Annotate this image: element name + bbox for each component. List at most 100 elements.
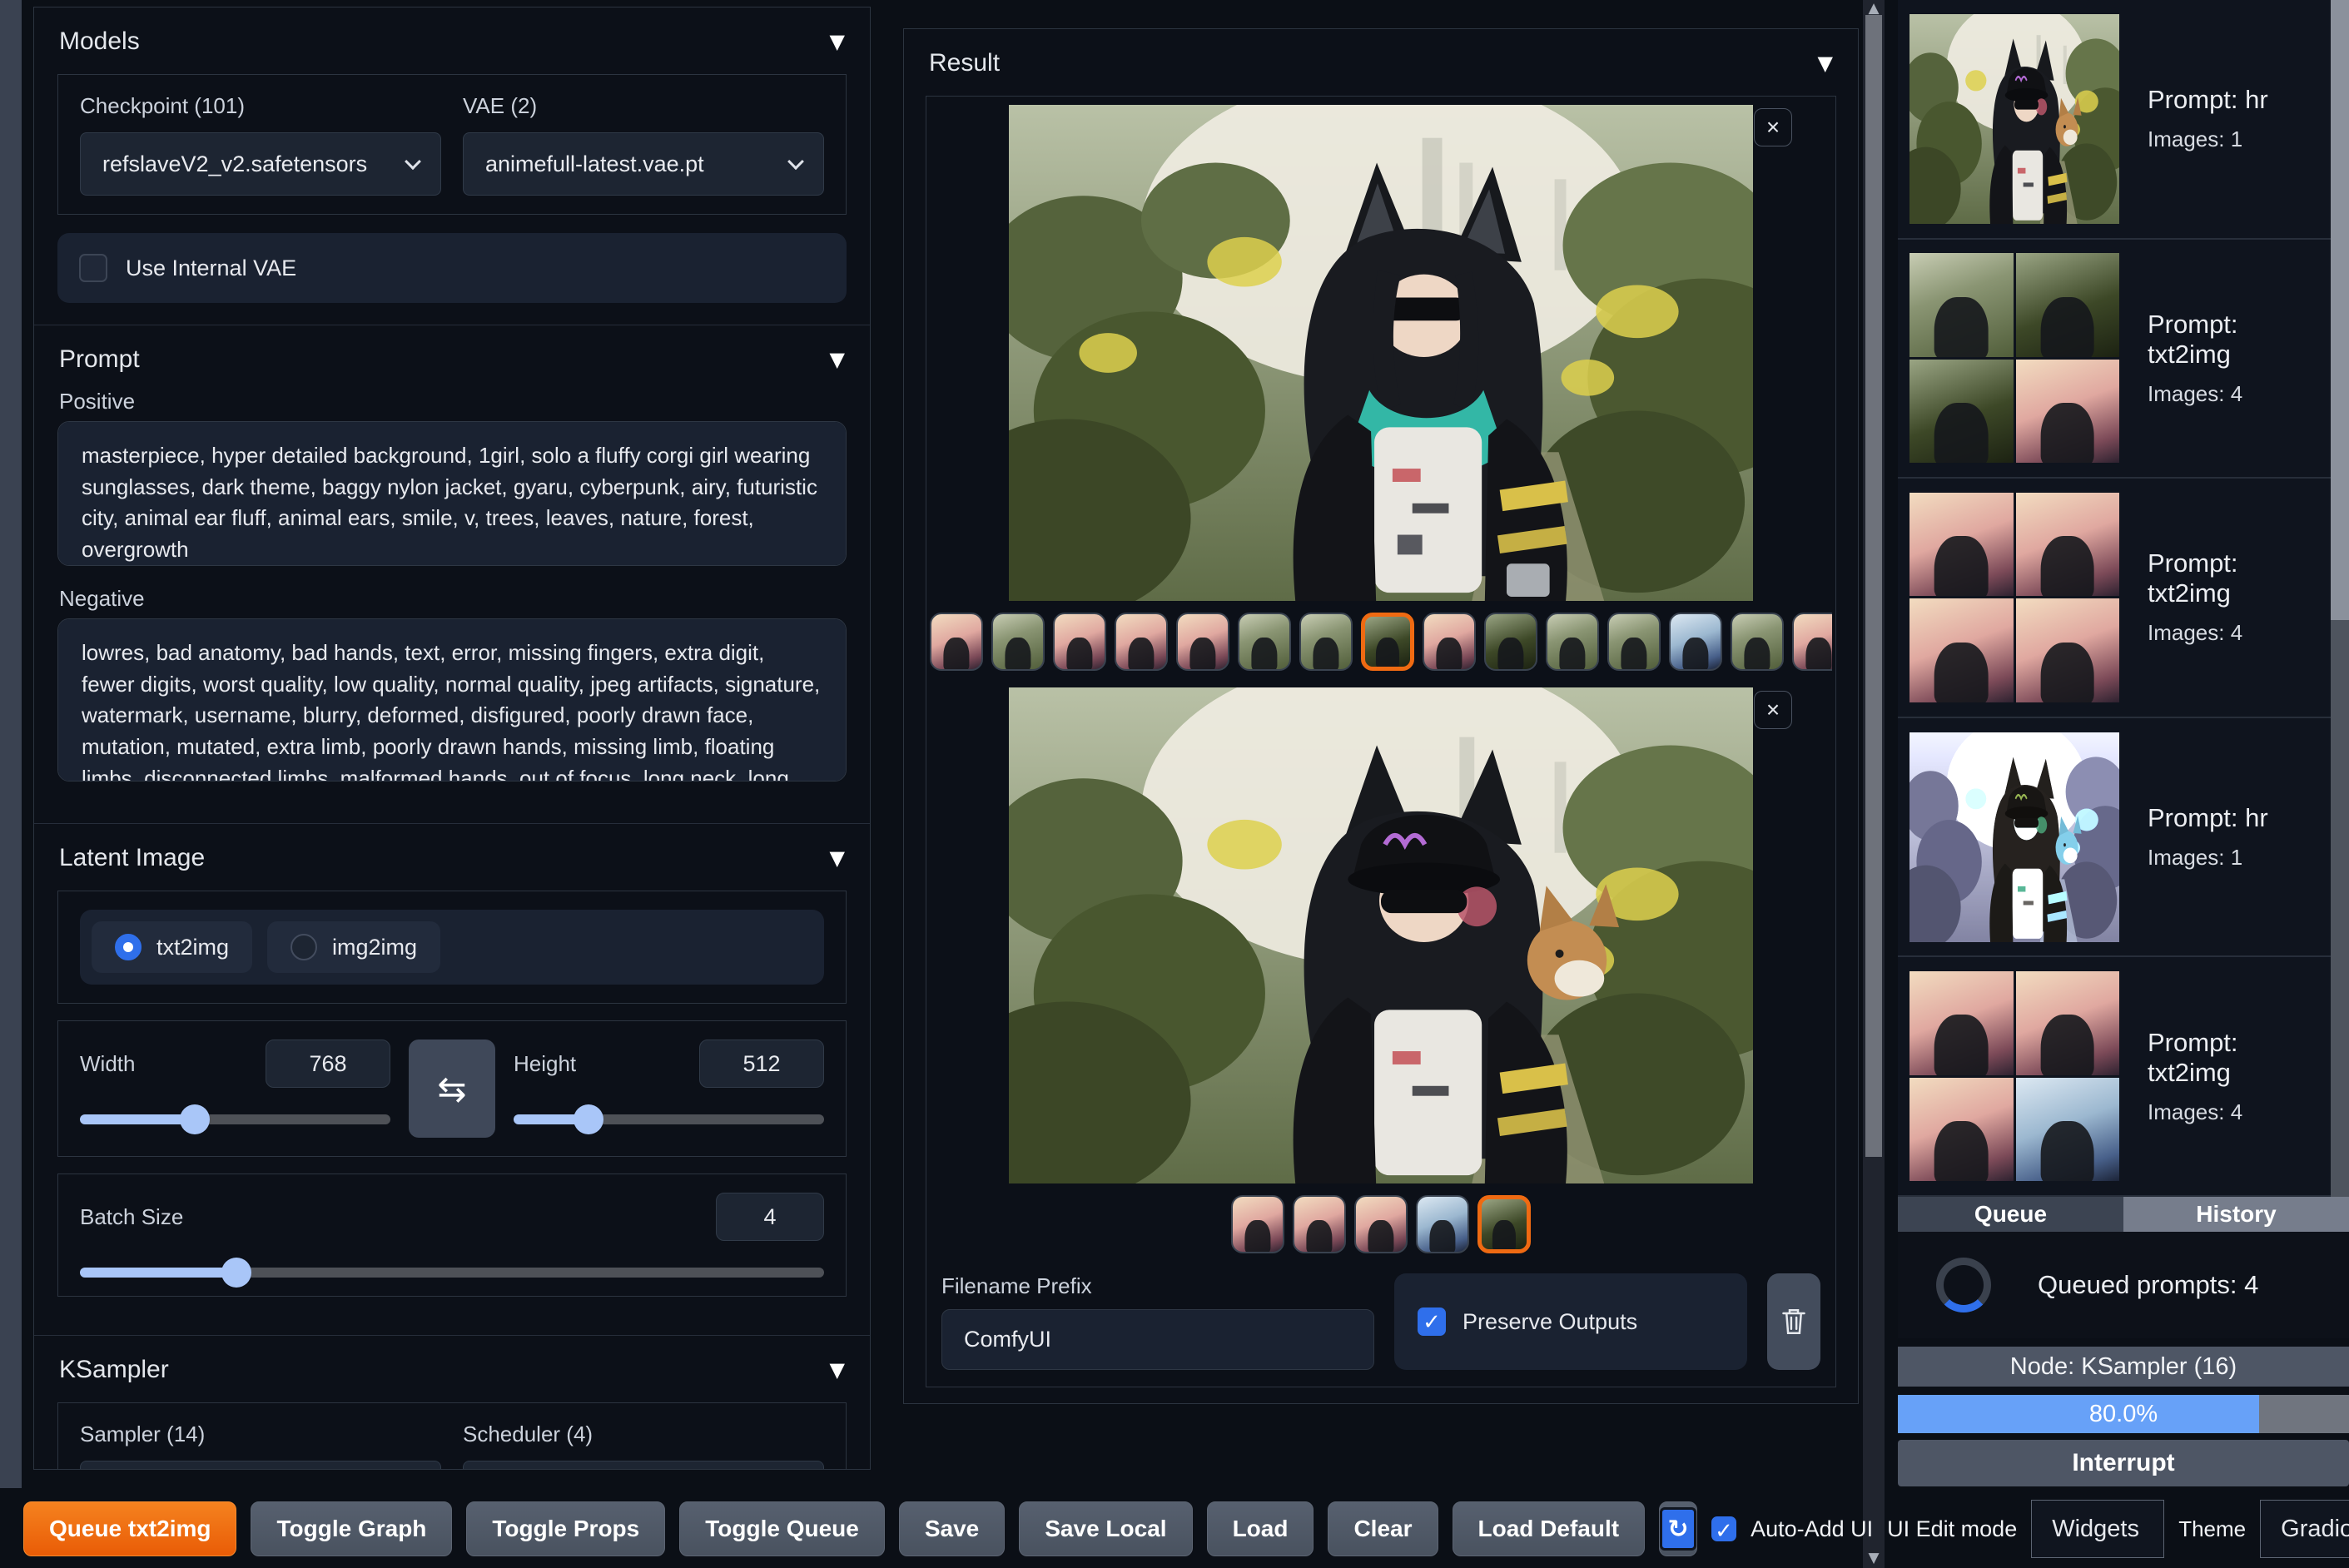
history-item-thumbnail[interactable] xyxy=(1909,253,2119,464)
mode-txt2img-label: txt2img xyxy=(156,934,230,960)
gallery-thumbnail[interactable] xyxy=(1354,1195,1408,1253)
tab-history-label: History xyxy=(2196,1201,2277,1227)
ui-edit-mode-select[interactable]: Widgets xyxy=(2031,1500,2165,1558)
collapse-caret-icon[interactable]: ▼ xyxy=(830,846,845,870)
interrupt-button[interactable]: Interrupt xyxy=(1898,1440,2349,1486)
collapse-caret-icon[interactable]: ▼ xyxy=(1818,52,1833,75)
main-scrollbar-thumb[interactable] xyxy=(1865,15,1882,1157)
toolbar-button[interactable]: Clear xyxy=(1328,1501,1438,1556)
history-item[interactable]: Prompt: txt2img Images: 4 xyxy=(1898,957,2331,1197)
negative-prompt-input[interactable]: lowres, bad anatomy, bad hands, text, er… xyxy=(57,618,847,782)
tab-queue[interactable]: Queue xyxy=(1898,1197,2123,1232)
height-field: Height xyxy=(514,1040,824,1124)
gallery-thumbnail[interactable] xyxy=(1231,1195,1284,1253)
positive-prompt-input[interactable]: masterpiece, hyper detailed background, … xyxy=(57,421,847,566)
left-scroll-gutter[interactable] xyxy=(0,0,22,1488)
toolbar-button[interactable]: Save xyxy=(898,1501,1006,1556)
toolbar-button[interactable]: Toggle Props xyxy=(466,1501,666,1556)
sidebar-scrollbar-thumb[interactable] xyxy=(2331,0,2349,620)
tab-history[interactable]: History xyxy=(2123,1197,2349,1232)
history-item[interactable]: Prompt: hr Images: 1 xyxy=(1898,0,2331,240)
history-art-cell xyxy=(1909,1077,2014,1182)
toolbar-button[interactable]: Toggle Graph xyxy=(251,1501,453,1556)
preserve-outputs-checkbox[interactable] xyxy=(1418,1307,1446,1336)
sampler-group: Sampler (14) dpmpp_2s_ancestral Schedule… xyxy=(57,1402,847,1469)
main-scrollbar[interactable]: ▲ ▼ xyxy=(1863,0,1885,1568)
swap-dimensions-button[interactable]: ⇆ xyxy=(409,1040,495,1138)
toolbar-button[interactable]: Load xyxy=(1206,1501,1314,1556)
toolbar-button[interactable]: Save Local xyxy=(1019,1501,1193,1556)
gallery-thumbnail[interactable] xyxy=(1484,613,1537,671)
latent-section-header[interactable]: Latent Image ▼ xyxy=(34,824,870,887)
toolbar-button[interactable]: Queue txt2img xyxy=(23,1501,237,1556)
gallery-thumbnail[interactable] xyxy=(1792,613,1832,671)
use-internal-vae-checkbox[interactable] xyxy=(79,254,107,282)
ksampler-section-header[interactable]: KSampler ▼ xyxy=(34,1336,870,1399)
gallery-thumbnail[interactable] xyxy=(1053,613,1106,671)
history-item-thumbnail[interactable] xyxy=(1909,732,2119,942)
scheduler-dropdown[interactable]: karras xyxy=(463,1461,824,1469)
loading-spinner-icon xyxy=(1936,1258,1991,1312)
width-input[interactable] xyxy=(266,1040,390,1088)
gallery-thumbnail[interactable] xyxy=(1477,1195,1531,1253)
prompt-section-header[interactable]: Prompt ▼ xyxy=(34,325,870,389)
height-input[interactable] xyxy=(699,1040,824,1088)
gallery-thumbnail[interactable] xyxy=(1731,613,1784,671)
latent-image-section: Latent Image ▼ txt2img img2img Width 768… xyxy=(34,824,870,1336)
scroll-up-arrow-icon[interactable]: ▲ xyxy=(1863,0,1885,17)
batch-size-slider[interactable] xyxy=(80,1268,824,1278)
collapse-caret-icon[interactable]: ▼ xyxy=(830,1358,845,1382)
refresh-ui-button[interactable]: ↻ xyxy=(1659,1501,1698,1556)
clear-outputs-button[interactable] xyxy=(1767,1273,1820,1370)
gallery-thumbnail[interactable] xyxy=(1607,613,1661,671)
sampler-dropdown[interactable]: dpmpp_2s_ancestral xyxy=(80,1461,441,1469)
output-controls: Filename Prefix Preserve Outputs xyxy=(926,1262,1835,1387)
history-item-thumbnail[interactable] xyxy=(1909,971,2119,1182)
gallery-thumbnail[interactable] xyxy=(1299,613,1353,671)
gallery-thumbnail[interactable] xyxy=(1423,613,1476,671)
gallery-thumbnail[interactable] xyxy=(1361,613,1414,671)
toolbar-button[interactable]: Load Default xyxy=(1452,1501,1646,1556)
filename-prefix-input[interactable] xyxy=(941,1309,1374,1370)
history-item[interactable]: Prompt: hr Images: 1 xyxy=(1898,718,2331,958)
gallery-thumbnail[interactable] xyxy=(1176,613,1229,671)
history-item[interactable]: Prompt: txt2img Images: 4 xyxy=(1898,479,2331,718)
history-item-thumbnail[interactable] xyxy=(1909,14,2119,224)
history-item-text: Prompt: hr Images: 1 xyxy=(2148,803,2268,871)
result-image-2[interactable] xyxy=(1009,687,1753,1183)
close-image-1-button[interactable]: × xyxy=(1754,108,1792,146)
gallery-thumbnail[interactable] xyxy=(1546,613,1599,671)
auto-add-ui-label: Auto-Add UI xyxy=(1751,1516,1874,1541)
gallery-thumbnail[interactable] xyxy=(1115,613,1168,671)
result-image-1[interactable] xyxy=(1009,105,1753,601)
gallery-thumbnail[interactable] xyxy=(930,613,983,671)
gallery-thumbnail[interactable] xyxy=(1238,613,1291,671)
checkpoint-dropdown[interactable]: refslaveV2_v2.safetensors xyxy=(80,132,441,196)
gallery-thumbnail[interactable] xyxy=(1293,1195,1346,1253)
scheduler-label: Scheduler (4) xyxy=(463,1422,593,1446)
collapse-caret-icon[interactable]: ▼ xyxy=(830,30,845,53)
gallery-thumbnail[interactable] xyxy=(1416,1195,1469,1253)
use-internal-vae-row: Use Internal VAE xyxy=(57,233,847,303)
batch-size-input[interactable] xyxy=(716,1193,824,1241)
mode-txt2img-radio[interactable]: txt2img xyxy=(92,921,253,973)
gallery-thumbnail[interactable] xyxy=(1669,613,1722,671)
mode-img2img-radio[interactable]: img2img xyxy=(267,921,441,973)
history-item-image-count: Images: 1 xyxy=(2148,127,2243,152)
ui-edit-mode-label: UI Edit mode xyxy=(1887,1516,2018,1541)
result-section-header[interactable]: Result ▼ xyxy=(904,29,1858,92)
toolbar-button[interactable]: Toggle Queue xyxy=(679,1501,885,1556)
sidebar-scrollbar[interactable] xyxy=(2331,0,2349,1197)
collapse-caret-icon[interactable]: ▼ xyxy=(830,348,845,371)
close-image-2-button[interactable]: × xyxy=(1754,691,1792,729)
theme-select[interactable]: Gradio Dark xyxy=(2260,1500,2349,1558)
width-slider[interactable] xyxy=(80,1114,390,1124)
height-slider[interactable] xyxy=(514,1114,824,1124)
history-item[interactable]: Prompt: txt2img Images: 4 xyxy=(1898,240,2331,479)
auto-add-ui-checkbox[interactable] xyxy=(1711,1516,1737,1541)
vae-dropdown[interactable]: animefull-latest.vae.pt xyxy=(463,132,824,196)
gallery-thumbnail[interactable] xyxy=(991,613,1045,671)
negative-label: Negative xyxy=(59,586,145,611)
history-item-thumbnail[interactable] xyxy=(1909,492,2119,702)
models-section-header[interactable]: Models ▼ xyxy=(34,7,870,71)
